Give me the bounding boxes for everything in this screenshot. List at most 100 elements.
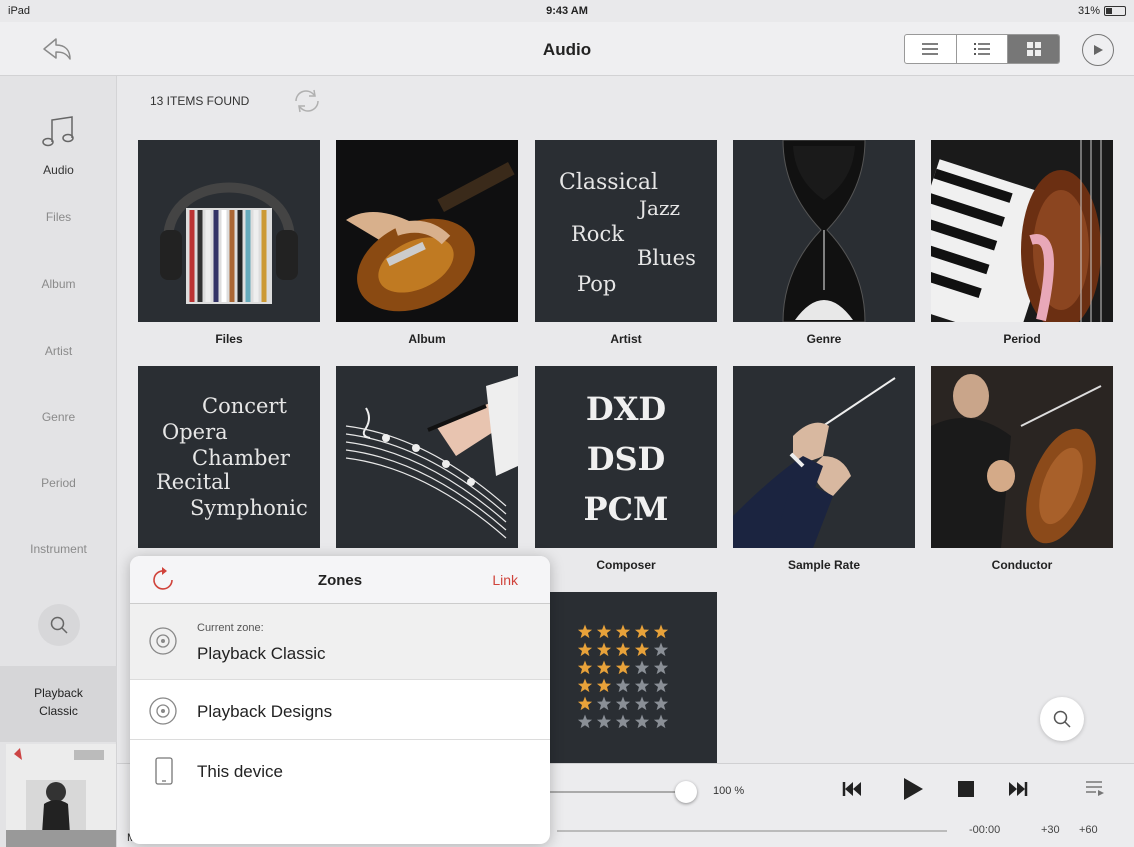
- tile-genre[interactable]: [733, 140, 915, 322]
- zone-name-line1: Playback: [34, 686, 83, 700]
- skip-30-button[interactable]: +30: [1041, 824, 1060, 836]
- sidebar-item-genre[interactable]: Genre: [0, 410, 117, 424]
- queue-icon[interactable]: [1085, 778, 1105, 803]
- list-detail-icon[interactable]: [957, 35, 1009, 63]
- sidebar-item-album[interactable]: Album: [0, 277, 117, 291]
- grid-icon[interactable]: [1008, 35, 1059, 63]
- volume-slider-knob[interactable]: [675, 781, 697, 803]
- star-filled-icon: [596, 642, 612, 657]
- zones-title: Zones: [317, 572, 363, 589]
- star-filled-icon: [596, 660, 612, 675]
- star-empty-icon: [634, 678, 650, 693]
- sidebar-search-button[interactable]: [38, 604, 80, 646]
- now-playing-artwork[interactable]: [6, 744, 116, 847]
- star-filled-icon: [596, 624, 612, 639]
- tile-artist[interactable]: Classical Jazz Rock Blues Pop: [535, 140, 717, 322]
- tile-word: PCM: [583, 490, 669, 528]
- link-button[interactable]: Link: [492, 572, 518, 588]
- tile-word: Recital: [156, 470, 231, 494]
- star-empty-icon: [653, 678, 669, 693]
- star-empty-icon: [615, 714, 631, 729]
- tile-word: Blues: [637, 246, 696, 270]
- star-empty-icon: [653, 660, 669, 675]
- tile-label-artist: Artist: [610, 332, 642, 346]
- tile-label-album: Album: [408, 332, 446, 346]
- tile-word: Chamber: [192, 446, 290, 470]
- star-empty-icon: [577, 714, 593, 729]
- sidebar-item-audio[interactable]: Audio: [0, 163, 117, 177]
- current-zone-name: Playback Classic: [197, 644, 326, 663]
- tile-word: DSD: [586, 440, 666, 478]
- star-filled-icon: [634, 624, 650, 639]
- sidebar-item-instrument[interactable]: Instrument: [0, 542, 117, 556]
- volume-value: 100 %: [713, 785, 745, 797]
- time-remaining: -00:00: [969, 824, 1001, 836]
- star-filled-icon: [653, 624, 669, 639]
- tile-word: Opera: [162, 420, 228, 444]
- star-filled-icon: [577, 642, 593, 657]
- clock: 9:43 AM: [546, 5, 588, 17]
- music-note-icon: [40, 114, 76, 155]
- tile-album[interactable]: [336, 140, 518, 322]
- previous-icon[interactable]: [841, 778, 863, 805]
- zone-row-playback-designs[interactable]: Playback Designs: [130, 682, 550, 740]
- star-filled-icon: [615, 624, 631, 639]
- zone-row-this-device[interactable]: This device: [130, 742, 550, 800]
- star-empty-icon: [634, 660, 650, 675]
- tile-word: Classical: [559, 170, 659, 195]
- tile-word: DXD: [585, 390, 667, 428]
- star-empty-icon: [653, 696, 669, 711]
- tile-word: Symphonic: [190, 496, 308, 520]
- zones-popover: Zones Link Current zone: Playback Classi…: [130, 556, 550, 844]
- items-count: 13 ITEMS FOUND: [150, 94, 250, 108]
- tile-files[interactable]: [138, 140, 320, 322]
- sidebar-item-files[interactable]: Files: [0, 210, 117, 224]
- tile-rating[interactable]: [535, 592, 717, 764]
- tile-conductor[interactable]: [931, 366, 1113, 548]
- search-icon: [50, 616, 68, 634]
- tile-word: Rock: [571, 222, 624, 246]
- star-filled-icon: [577, 696, 593, 711]
- tile-instrument[interactable]: Concert Opera Chamber Recital Symphonic: [138, 366, 320, 548]
- play-circle-icon[interactable]: [1082, 34, 1114, 66]
- track-progress-bar[interactable]: [557, 830, 947, 832]
- skip-60-button[interactable]: +60: [1079, 824, 1098, 836]
- list-compact-icon[interactable]: [905, 35, 957, 63]
- volume-track[interactable]: [547, 791, 687, 793]
- nav-header: Audio: [0, 22, 1134, 76]
- tile-composer-art[interactable]: [336, 366, 518, 548]
- refresh-icon[interactable]: [292, 88, 322, 119]
- current-zone-caption: Current zone:: [197, 622, 264, 634]
- star-empty-icon: [653, 714, 669, 729]
- tile-word: Pop: [577, 272, 617, 296]
- tile-period[interactable]: [931, 140, 1113, 322]
- play-icon[interactable]: [901, 776, 925, 807]
- stop-icon[interactable]: [957, 780, 975, 803]
- view-mode-selector: [904, 34, 1060, 64]
- zone-name-line2: Classic: [39, 704, 78, 718]
- battery-percent: 31%: [1077, 5, 1100, 17]
- zone-name: This device: [197, 762, 283, 781]
- star-empty-icon: [596, 714, 612, 729]
- zone-row-current[interactable]: Current zone: Playback Classic: [130, 604, 550, 680]
- status-bar: iPad 9:43 AM 31%: [0, 0, 1134, 22]
- tile-label-files: Files: [215, 332, 243, 346]
- tile-composer[interactable]: DXD DSD PCM: [535, 366, 717, 548]
- current-zone-button[interactable]: Playback Classic: [0, 666, 117, 742]
- star-empty-icon: [634, 696, 650, 711]
- zones-header: Zones Link: [130, 556, 550, 604]
- star-empty-icon: [615, 696, 631, 711]
- zone-name: Playback Designs: [197, 702, 333, 721]
- star-empty-icon: [615, 678, 631, 693]
- star-empty-icon: [653, 642, 669, 657]
- tile-label-conductor: Conductor: [991, 558, 1053, 572]
- sidebar-item-period[interactable]: Period: [0, 476, 117, 490]
- next-icon[interactable]: [1007, 778, 1029, 805]
- tile-sample-rate[interactable]: [733, 366, 915, 548]
- star-filled-icon: [577, 660, 593, 675]
- sidebar-item-artist[interactable]: Artist: [0, 344, 117, 358]
- star-filled-icon: [596, 678, 612, 693]
- tile-word: Concert: [202, 394, 287, 418]
- floating-search-button[interactable]: [1040, 697, 1084, 741]
- speaker-icon: [148, 626, 178, 661]
